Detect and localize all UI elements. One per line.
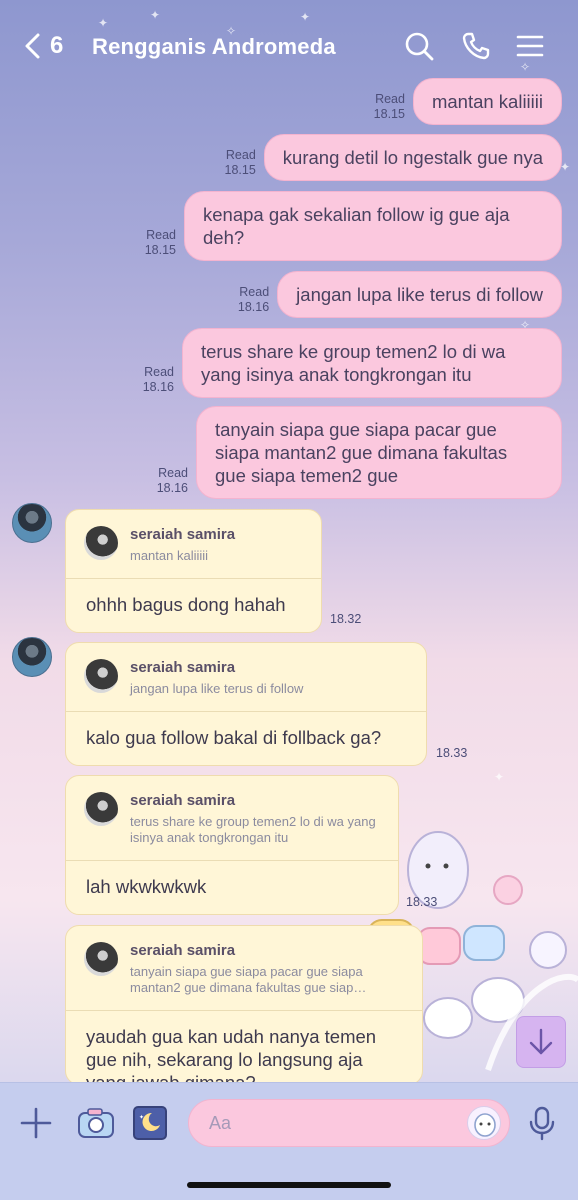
incoming-message[interactable]: seraiah samira mantan kaliiiii ohhh bagu…	[65, 509, 322, 633]
message-text: kalo gua follow bakal di follback ga?	[86, 727, 382, 748]
reply-avatar	[84, 942, 118, 976]
home-indicator[interactable]	[187, 1182, 391, 1188]
message-time: 18.33	[436, 746, 468, 760]
reply-quote-text: jangan lupa like terus di follow	[130, 681, 304, 696]
gallery-button[interactable]: ✦	[130, 1103, 170, 1143]
outgoing-bubble[interactable]: kurang detil lo ngestalk gue nya	[263, 134, 562, 181]
unread-count: 6	[50, 32, 64, 59]
search-button[interactable]	[403, 30, 435, 62]
message-time: 18.32	[330, 612, 362, 626]
reply-quote-block[interactable]: seraiah samira jangan lupa like terus di…	[66, 643, 426, 712]
camera-icon	[78, 1108, 114, 1138]
menu-icon	[516, 35, 544, 57]
outgoing-message: Read 18.16 tanyain siapa gue siapa pacar …	[157, 406, 562, 499]
outgoing-bubble[interactable]: jangan lupa like terus di follow	[277, 271, 562, 318]
add-button[interactable]	[16, 1103, 56, 1143]
gallery-icon: ✦	[133, 1106, 167, 1140]
outgoing-bubble[interactable]: kenapa gak sekalian follow ig gue aja de…	[184, 191, 562, 261]
arrow-down-icon	[529, 1028, 553, 1055]
message-input-bar: ✦ Aa	[0, 1082, 578, 1200]
outgoing-message: Read 18.15 mantan kaliiiii	[374, 78, 562, 125]
outgoing-bubble[interactable]: mantan kaliiiii	[412, 78, 562, 125]
search-icon	[405, 32, 434, 61]
reply-quote-block[interactable]: seraiah samira tanyain siapa gue siapa p…	[66, 926, 422, 1011]
message-meta: Read 18.15	[224, 148, 256, 177]
reply-sender-name: seraiah samira	[130, 659, 236, 676]
chevron-left-icon	[25, 33, 40, 59]
reply-avatar	[84, 659, 118, 693]
plus-icon	[20, 1107, 52, 1139]
reply-quote-text: tanyain siapa gue siapa pacar gue siapa …	[130, 964, 367, 995]
phone-icon	[462, 32, 490, 60]
reply-quote-block[interactable]: seraiah samira terus share ke group teme…	[66, 776, 398, 861]
incoming-message[interactable]: seraiah samira jangan lupa like terus di…	[65, 642, 427, 766]
message-meta: Read 18.15	[373, 92, 405, 121]
message-meta: Read 18.16	[142, 365, 174, 394]
scroll-to-bottom-button[interactable]	[516, 1016, 566, 1068]
outgoing-message: Read 18.16 jangan lupa like terus di foll…	[238, 271, 562, 318]
outgoing-message: Read 18.16 terus share ke group temen2 lo…	[143, 328, 562, 398]
reply-quote-text: mantan kaliiiii	[130, 548, 209, 563]
sticker-icon	[474, 1113, 496, 1137]
message-time: 18.33	[406, 895, 438, 909]
sticker-button[interactable]	[467, 1106, 501, 1140]
message-input[interactable]: Aa	[188, 1099, 510, 1147]
avatar[interactable]	[12, 637, 52, 677]
message-meta: Read 18.16	[156, 466, 188, 495]
incoming-message[interactable]: seraiah samira tanyain siapa gue siapa p…	[65, 925, 423, 1085]
reply-sender-name: seraiah samira	[130, 792, 236, 809]
reply-avatar	[84, 792, 118, 826]
reply-sender-name: seraiah samira	[130, 942, 236, 959]
reply-sender-name: seraiah samira	[130, 526, 236, 543]
message-text: lah wkwkwkwk	[86, 876, 207, 897]
chat-title: Rengganis Andromeda	[92, 34, 336, 59]
incoming-message[interactable]: seraiah samira terus share ke group teme…	[65, 775, 399, 915]
message-meta: Read 18.16	[237, 285, 270, 314]
back-button[interactable]: 6	[22, 32, 63, 60]
outgoing-message: Read 18.15 kenapa gak sekalian follow ig …	[145, 191, 562, 261]
outgoing-message: Read 18.15 kurang detil lo ngestalk gue n…	[225, 134, 562, 181]
reply-quote-text: terus share ke group temen2 lo di wa yan…	[130, 814, 376, 845]
reply-avatar	[84, 526, 118, 560]
reply-quote-block[interactable]: seraiah samira mantan kaliiiii	[66, 510, 321, 579]
message-text: ohhh bagus dong hahah	[86, 594, 286, 615]
avatar[interactable]	[12, 503, 52, 543]
menu-button[interactable]	[514, 30, 546, 62]
camera-button[interactable]	[76, 1103, 116, 1143]
outgoing-bubble[interactable]: tanyain siapa gue siapa pacar gue siapa …	[196, 406, 562, 499]
microphone-button[interactable]	[522, 1103, 562, 1143]
microphone-icon	[529, 1106, 555, 1141]
message-meta: Read 18.15	[144, 228, 176, 257]
svg-text:✦: ✦	[139, 1114, 144, 1121]
message-text: yaudah gua kan udah nanya temen gue nih,…	[86, 1026, 377, 1085]
outgoing-bubble[interactable]: terus share ke group temen2 lo di wa yan…	[182, 328, 562, 398]
call-button[interactable]	[460, 30, 492, 62]
message-input-placeholder: Aa	[209, 1112, 232, 1133]
